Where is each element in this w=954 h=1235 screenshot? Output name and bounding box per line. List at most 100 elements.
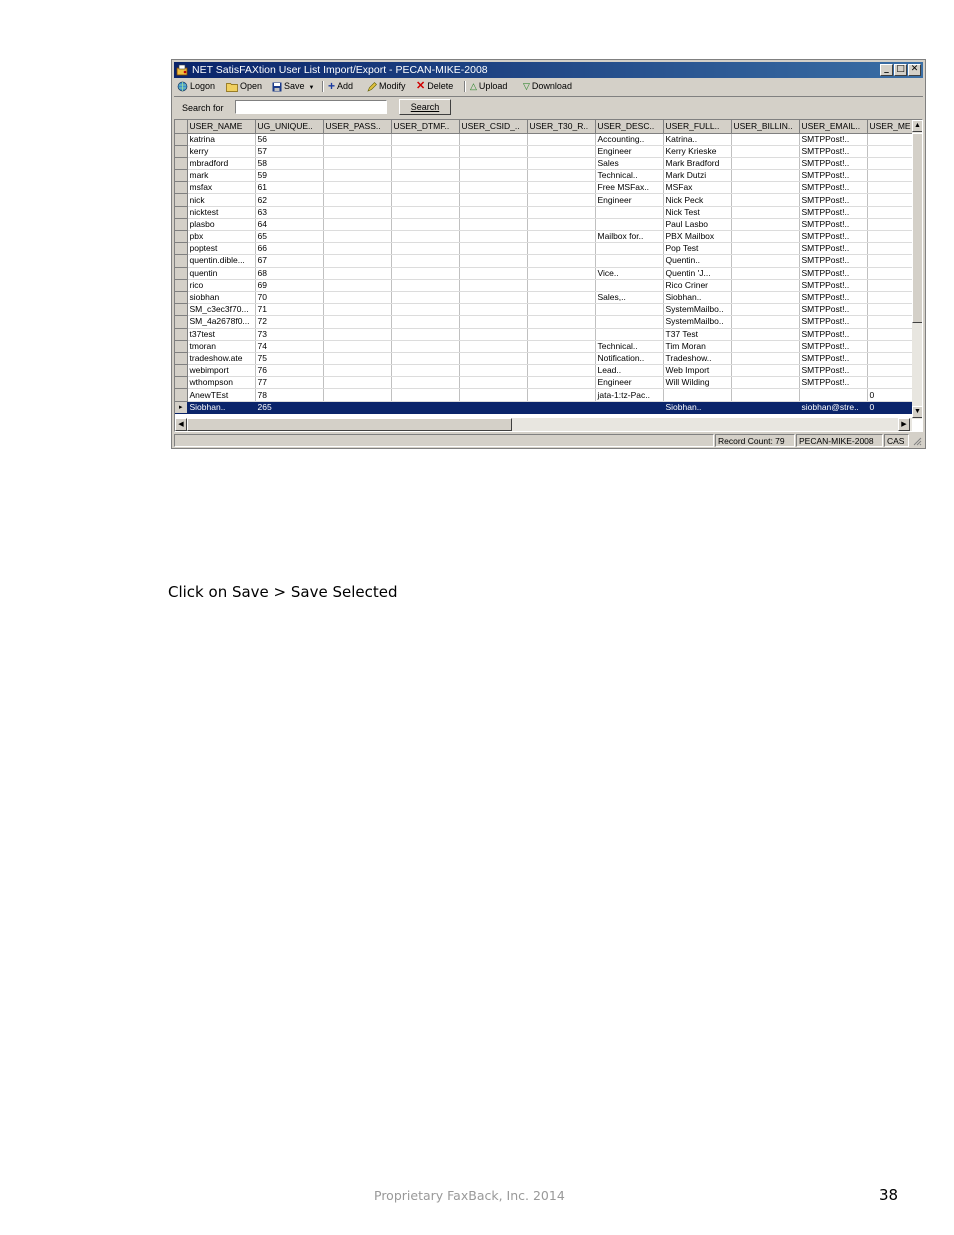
table-cell[interactable] [323,352,392,366]
table-row[interactable]: tradeshow.ate 75 Notification.. Tradeshow..… [175,352,916,366]
table-cell[interactable]: 58 [255,157,324,171]
table-cell[interactable] [391,352,460,366]
row-indicator[interactable] [175,315,188,329]
table-cell[interactable]: 61 [255,181,324,195]
table-cell[interactable] [459,303,528,317]
table-cell[interactable]: nick [187,193,256,207]
table-cell[interactable]: SMTPPost!.. [799,169,868,183]
table-cell[interactable]: 75 [255,352,324,366]
table-cell[interactable] [731,267,800,280]
table-cell[interactable]: 66 [255,242,324,256]
search-input[interactable] [235,100,387,114]
table-cell[interactable]: Nick Peck [663,193,732,207]
table-cell[interactable]: msfax [187,181,256,195]
table-cell[interactable] [867,242,916,256]
table-cell[interactable] [731,230,800,244]
column-header[interactable]: USER_DTMF.. [391,120,460,134]
table-cell[interactable] [323,157,392,171]
table-cell[interactable] [867,157,916,171]
table-row[interactable]: poptest 66 Pop Test SMTPPost!.. [175,242,916,256]
table-cell[interactable] [867,291,916,305]
table-cell[interactable] [595,254,664,268]
table-cell[interactable] [391,267,460,280]
table-cell[interactable] [527,218,596,232]
table-row[interactable]: ▸ Siobhan.. 265 Siobhan.. siobhan@stre.. 0 [175,401,916,414]
user-grid[interactable]: USER_NAME UG_UNIQUE.. USER_PASS.. USER_DTMF… [174,119,923,432]
table-cell[interactable] [527,157,596,171]
save-button[interactable]: Save ▼ [272,80,314,93]
table-cell[interactable] [527,133,596,146]
table-cell[interactable]: Free MSFax.. [595,181,664,195]
table-cell[interactable] [527,328,596,341]
table-cell[interactable] [731,340,800,353]
table-cell[interactable] [391,364,460,378]
table-cell[interactable] [595,206,664,219]
table-cell[interactable] [323,376,392,390]
table-cell[interactable]: 59 [255,169,324,183]
table-cell[interactable] [527,401,596,414]
row-indicator[interactable] [175,267,188,280]
table-cell[interactable]: SMTPPost!.. [799,157,868,171]
table-cell[interactable] [459,401,528,414]
table-cell[interactable] [867,193,916,207]
table-cell[interactable] [731,254,800,268]
table-cell[interactable]: SMTPPost!.. [799,303,868,317]
table-cell[interactable] [459,206,528,219]
row-indicator[interactable] [175,279,188,292]
table-cell[interactable] [867,169,916,183]
table-cell[interactable]: tradeshow.ate [187,352,256,366]
table-cell[interactable] [731,133,800,146]
table-row[interactable]: katrina 56 Accounting.. Katrina.. SMTPPost!.… [175,133,916,146]
table-row[interactable]: wthompson 77 Engineer Will Wilding SMTPPost!… [175,376,916,390]
table-cell[interactable]: Engineer [595,145,664,158]
table-cell[interactable] [731,157,800,171]
table-cell[interactable] [323,364,392,378]
scroll-down-arrow-icon[interactable]: ▼ [912,406,922,418]
column-header[interactable]: USER_T30_R.. [527,120,596,134]
table-cell[interactable] [595,328,664,341]
table-cell[interactable] [323,206,392,219]
table-cell[interactable]: SMTPPost!.. [799,376,868,390]
row-indicator[interactable] [175,242,188,256]
vertical-scrollbar[interactable]: ▲ ▼ [912,120,922,419]
scroll-thumb[interactable] [187,418,512,431]
table-cell[interactable] [731,376,800,390]
table-cell[interactable] [459,388,528,402]
table-row[interactable]: quentin 68 Vice.. Quentin 'J... SMTPPost!.. [175,267,916,280]
row-indicator[interactable] [175,157,188,171]
table-cell[interactable] [527,193,596,207]
table-cell[interactable]: MSFax [663,181,732,195]
table-cell[interactable] [663,388,732,402]
row-indicator[interactable] [175,291,188,305]
table-cell[interactable] [391,291,460,305]
row-indicator[interactable] [175,376,188,390]
add-button[interactable]: + Add [328,80,353,93]
table-cell[interactable] [391,401,460,414]
table-cell[interactable] [323,303,392,317]
table-cell[interactable]: poptest [187,242,256,256]
table-cell[interactable]: 56 [255,133,324,146]
table-cell[interactable] [731,145,800,158]
table-cell[interactable] [527,181,596,195]
scroll-left-arrow-icon[interactable]: ◀ [175,418,187,431]
table-cell[interactable]: Lead.. [595,364,664,378]
open-button[interactable]: Open [226,80,262,93]
table-cell[interactable]: Technical.. [595,340,664,353]
table-cell[interactable]: 71 [255,303,324,317]
column-header[interactable]: USER_FULL.. [663,120,732,134]
table-cell[interactable] [459,242,528,256]
table-cell[interactable]: Siobhan.. [663,401,732,414]
table-cell[interactable] [391,242,460,256]
table-cell[interactable]: SMTPPost!.. [799,340,868,353]
table-cell[interactable] [867,206,916,219]
table-cell[interactable] [731,328,800,341]
table-cell[interactable] [323,230,392,244]
table-row[interactable]: SM_c3ec3f70... 71 SystemMailbo.. SMTPPost!.… [175,303,916,317]
table-row[interactable]: pbx 65 Mailbox for.. PBX Mailbox SMTPPost!.. [175,230,916,244]
table-cell[interactable]: Rico Criner [663,279,732,292]
table-cell[interactable]: 69 [255,279,324,292]
horizontal-scrollbar[interactable]: ◀ ▶ [175,418,912,431]
row-indicator[interactable] [175,181,188,195]
table-cell[interactable] [595,303,664,317]
table-cell[interactable]: Notification.. [595,352,664,366]
